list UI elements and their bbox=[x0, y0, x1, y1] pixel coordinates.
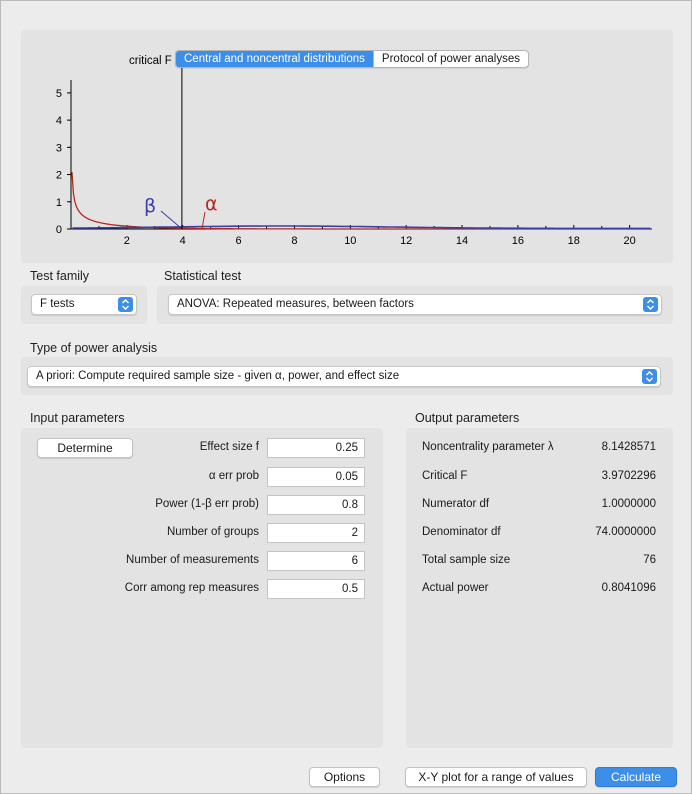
alpha-label: α bbox=[205, 193, 218, 215]
corr-among-rep-measures-field[interactable]: 0.5 bbox=[267, 579, 365, 599]
output-label-actual-power: Actual power bbox=[422, 582, 489, 594]
calculate-button[interactable]: Calculate bbox=[595, 767, 677, 787]
number-of-measurements-field[interactable]: 6 bbox=[267, 551, 365, 571]
statistical-test-label: Statistical test bbox=[164, 269, 242, 283]
input-label-corr: Corr among rep measures bbox=[124, 582, 259, 594]
y-tick-label: 4 bbox=[56, 115, 62, 127]
statistical-test-box: ANOVA: Repeated measures, between factor… bbox=[157, 286, 673, 324]
power-analysis-select[interactable]: A priori: Compute required sample size -… bbox=[27, 366, 661, 387]
input-label-alpha: α err prob bbox=[208, 470, 259, 482]
actual-power-value: 0.8041096 bbox=[601, 582, 656, 594]
input-label-power: Power (1-β err prob) bbox=[155, 498, 259, 510]
test-family-label: Test family bbox=[30, 269, 90, 283]
noncentrality-value: 8.1428571 bbox=[601, 441, 656, 453]
input-parameters-title: Input parameters bbox=[30, 411, 125, 425]
y-tick-label: 1 bbox=[56, 197, 62, 209]
chevron-updown-icon bbox=[643, 297, 658, 312]
beta-label: β bbox=[144, 195, 156, 217]
gpower-window: 0123452468101214161820critical F = 3.970… bbox=[0, 0, 692, 794]
x-tick-label: 20 bbox=[624, 235, 636, 247]
y-tick-label: 3 bbox=[56, 142, 62, 154]
tab-protocol-of-power-analyses[interactable]: Protocol of power analyses bbox=[372, 51, 528, 67]
test-family-box: F tests bbox=[21, 286, 147, 324]
y-tick-label: 5 bbox=[56, 88, 62, 100]
x-tick-label: 10 bbox=[344, 235, 356, 247]
input-label-effect-size: Effect size f bbox=[199, 441, 259, 453]
x-tick-label: 6 bbox=[236, 235, 242, 247]
x-tick-label: 18 bbox=[568, 235, 580, 247]
statistical-test-select[interactable]: ANOVA: Repeated measures, between factor… bbox=[168, 294, 662, 315]
x-tick-label: 8 bbox=[291, 235, 297, 247]
number-of-groups-field[interactable]: 2 bbox=[267, 523, 365, 543]
power-analysis-value: A priori: Compute required sample size -… bbox=[36, 370, 400, 382]
statistical-test-value: ANOVA: Repeated measures, between factor… bbox=[177, 298, 414, 310]
total-sample-size-value: 76 bbox=[643, 554, 656, 566]
power-analysis-box: A priori: Compute required sample size -… bbox=[21, 357, 673, 395]
x-tick-label: 2 bbox=[124, 235, 130, 247]
output-label-noncentrality: Noncentrality parameter λ bbox=[422, 441, 554, 453]
output-label-numerator-df: Numerator df bbox=[422, 498, 490, 510]
denominator-df-value: 74.0000000 bbox=[595, 526, 656, 538]
effect-size-field[interactable]: 0.25 bbox=[267, 438, 365, 458]
output-parameters-title: Output parameters bbox=[415, 411, 520, 425]
alpha-err-prob-field[interactable]: 0.05 bbox=[267, 467, 365, 487]
test-family-value: F tests bbox=[40, 298, 75, 310]
y-tick-label: 2 bbox=[56, 170, 62, 182]
x-tick-label: 12 bbox=[400, 235, 412, 247]
output-label-denominator-df: Denominator df bbox=[422, 526, 501, 538]
chevron-updown-icon bbox=[642, 369, 657, 384]
output-label-critical-f: Critical F bbox=[422, 470, 468, 482]
tab-central-noncentral-distributions[interactable]: Central and noncentral distributions bbox=[176, 51, 373, 67]
central-distribution-curve bbox=[71, 171, 652, 230]
x-tick-label: 14 bbox=[456, 235, 468, 247]
input-label-groups: Number of groups bbox=[166, 526, 259, 538]
output-label-total-sample-size: Total sample size bbox=[422, 554, 511, 566]
view-tab-control[interactable]: Central and noncentral distributions Pro… bbox=[175, 50, 529, 68]
critical-f-value: 3.9702296 bbox=[601, 470, 656, 482]
test-family-select[interactable]: F tests bbox=[31, 294, 137, 315]
power-analysis-label: Type of power analysis bbox=[30, 341, 158, 355]
power-field[interactable]: 0.8 bbox=[267, 495, 365, 515]
determine-button[interactable]: Determine bbox=[37, 438, 133, 458]
distribution-plot-panel: 0123452468101214161820critical F = 3.970… bbox=[21, 30, 673, 263]
options-button[interactable]: Options bbox=[309, 767, 380, 787]
beta-pointer-line bbox=[160, 210, 182, 229]
xy-plot-button[interactable]: X-Y plot for a range of values bbox=[405, 767, 587, 787]
numerator-df-value: 1.0000000 bbox=[601, 498, 656, 510]
chevron-updown-icon bbox=[118, 297, 133, 312]
input-label-measurements: Number of measurements bbox=[126, 554, 259, 566]
x-tick-label: 4 bbox=[180, 235, 186, 247]
y-tick-label: 0 bbox=[56, 224, 62, 236]
x-tick-label: 16 bbox=[512, 235, 524, 247]
